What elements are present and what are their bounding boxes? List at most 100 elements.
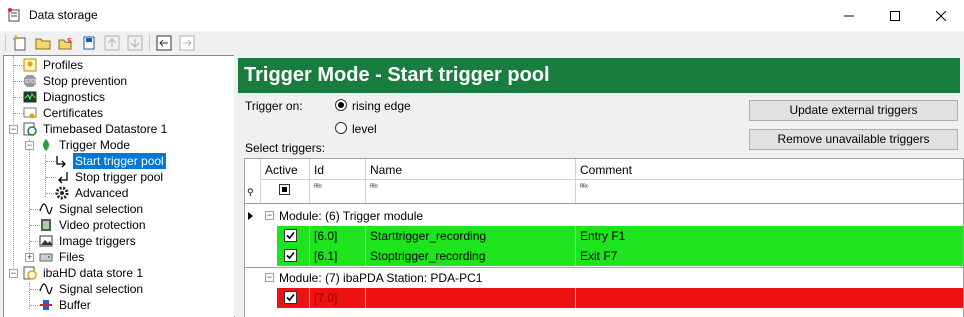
expand-toggle[interactable]: + xyxy=(25,253,34,262)
active-cell[interactable] xyxy=(277,246,310,266)
save-icon[interactable] xyxy=(80,34,98,52)
app-icon xyxy=(7,8,21,22)
group-label: Module: (6) Trigger module xyxy=(279,209,424,223)
table-row[interactable]: [7.0] xyxy=(245,288,963,308)
filter-abc-icon[interactable]: ᴿᴮᶜ xyxy=(314,184,323,191)
select-all-checkbox[interactable] xyxy=(279,184,290,195)
collapse-toggle[interactable]: − xyxy=(25,141,34,150)
group-row[interactable]: − Module: (6) Trigger module xyxy=(245,206,963,226)
radio-selected-dot xyxy=(338,102,344,108)
group-row[interactable]: − Module: (7) ibaPDA Station: PDA-PC1 xyxy=(245,268,963,288)
tree-item-signal-selection[interactable]: Signal selection xyxy=(38,201,145,217)
new-icon[interactable] xyxy=(11,34,29,52)
back-icon[interactable] xyxy=(155,34,173,52)
id-cell: [6.0] xyxy=(310,226,366,246)
page-title: Trigger Mode - Start trigger pool xyxy=(238,58,960,93)
move-down-icon[interactable] xyxy=(126,34,144,52)
column-header-name[interactable]: Name ᴿᴮᶜ xyxy=(366,159,576,203)
tree-item-diagnostics[interactable]: Diagnostics xyxy=(22,89,107,105)
name-cell: Starttrigger_recording xyxy=(366,226,576,246)
remove-unavailable-triggers-button[interactable]: Remove unavailable triggers xyxy=(749,129,958,150)
radio-level-label[interactable]: level xyxy=(352,122,377,136)
header-bottom-border xyxy=(245,203,963,204)
tree-item-files[interactable]: Files xyxy=(38,249,86,265)
grid-row-header: ⚲ xyxy=(245,159,261,203)
group-collapse-toggle[interactable]: − xyxy=(265,273,274,282)
radio-rising-edge[interactable] xyxy=(335,99,347,111)
image-icon xyxy=(38,233,54,249)
tree-item-stop-prevention[interactable]: STOP Stop prevention xyxy=(22,73,129,89)
open-folder-icon[interactable] xyxy=(34,34,52,52)
update-external-triggers-button[interactable]: Update external triggers xyxy=(749,100,958,121)
id-cell: [6.1] xyxy=(310,246,366,266)
tree-item-video-protection[interactable]: Video protection xyxy=(38,217,148,233)
diagnostics-icon xyxy=(22,89,38,105)
hd-datastore-icon xyxy=(22,265,38,281)
group-collapse-toggle[interactable]: − xyxy=(265,211,274,220)
tree-line xyxy=(13,56,14,272)
navigation-tree: − − + − Profiles STOP Stop prevention Di… xyxy=(3,55,235,317)
svg-text:STOP: STOP xyxy=(25,79,37,85)
tree-item-start-trigger-pool[interactable]: Start trigger pool xyxy=(54,153,166,169)
stop-trigger-icon xyxy=(54,169,70,185)
active-cell[interactable] xyxy=(277,226,310,246)
buffer-icon xyxy=(38,297,54,313)
tree-item-buffer[interactable]: Buffer xyxy=(38,297,93,313)
comment-cell: Exit F7 xyxy=(576,246,963,266)
signal-icon xyxy=(38,281,54,297)
column-header-id[interactable]: Id ᴿᴮᶜ xyxy=(310,159,366,203)
filter-icon[interactable]: ⚲ xyxy=(247,187,254,198)
column-header-active[interactable]: Active xyxy=(261,159,310,203)
collapse-toggle[interactable]: − xyxy=(9,269,18,278)
toolbar-separator xyxy=(149,35,150,51)
active-checkbox[interactable] xyxy=(284,291,297,304)
tree-item-timebased-datastore[interactable]: Timebased Datastore 1 xyxy=(22,121,169,137)
indeterminate-mark xyxy=(282,187,287,192)
stop-icon: STOP xyxy=(22,73,38,89)
tree-item-hd-signal-selection[interactable]: Signal selection xyxy=(38,281,145,297)
comment-cell: Entry F1 xyxy=(576,226,963,246)
profiles-icon xyxy=(22,57,38,73)
certificate-icon xyxy=(22,105,38,121)
tree-item-certificates[interactable]: Certificates xyxy=(22,105,105,121)
column-header-comment[interactable]: Comment ᴿᴮᶜ xyxy=(576,159,963,203)
toolbar-grip xyxy=(5,35,6,51)
forward-icon[interactable] xyxy=(178,34,196,52)
tree-item-profiles[interactable]: Profiles xyxy=(22,57,85,73)
filter-abc-icon[interactable]: ᴿᴮᶜ xyxy=(370,184,379,191)
tree-item-trigger-mode[interactable]: Trigger Mode xyxy=(38,137,132,153)
active-checkbox[interactable] xyxy=(284,229,297,242)
radio-level[interactable] xyxy=(335,122,347,134)
radio-rising-edge-label[interactable]: rising edge xyxy=(352,99,411,113)
title-bar: Data storage xyxy=(0,0,964,31)
tree-item-ibahd-data-store[interactable]: ibaHD data store 1 xyxy=(22,265,145,281)
name-cell: Stoptrigger_recording xyxy=(366,246,576,266)
table-row[interactable]: [6.1] Stoptrigger_recording Exit F7 xyxy=(245,246,963,266)
collapse-toggle[interactable]: − xyxy=(9,125,18,134)
trigger-on-label: Trigger on: xyxy=(245,99,303,113)
files-icon xyxy=(38,249,54,265)
window-title: Data storage xyxy=(29,8,98,22)
table-row[interactable]: [6.0] Starttrigger_recording Entry F1 xyxy=(245,226,963,246)
maximize-button[interactable] xyxy=(872,0,918,31)
move-up-icon[interactable] xyxy=(103,34,121,52)
datastore-icon xyxy=(22,121,38,137)
active-cell[interactable] xyxy=(277,288,310,308)
tree-line xyxy=(29,139,30,261)
start-trigger-icon xyxy=(54,153,70,169)
filter-abc-icon[interactable]: ᴿᴮᶜ xyxy=(580,184,589,191)
toolbar: S xyxy=(0,31,964,55)
group-label: Module: (7) ibaPDA Station: PDA-PC1 xyxy=(279,271,483,285)
minimize-button[interactable] xyxy=(826,0,872,31)
signal-icon xyxy=(38,201,54,217)
active-checkbox[interactable] xyxy=(284,249,297,262)
svg-text:S: S xyxy=(67,38,72,45)
header-divider xyxy=(261,179,963,180)
tree-item-advanced[interactable]: Advanced xyxy=(54,185,130,201)
save-as-folder-icon[interactable]: S xyxy=(57,34,75,52)
tree-item-stop-trigger-pool[interactable]: Stop trigger pool xyxy=(54,169,165,185)
content-panel: Trigger Mode - Start trigger pool Trigge… xyxy=(237,55,964,317)
select-triggers-label: Select triggers: xyxy=(245,141,326,155)
tree-item-image-triggers[interactable]: Image triggers xyxy=(38,233,138,249)
close-button[interactable] xyxy=(918,0,964,31)
